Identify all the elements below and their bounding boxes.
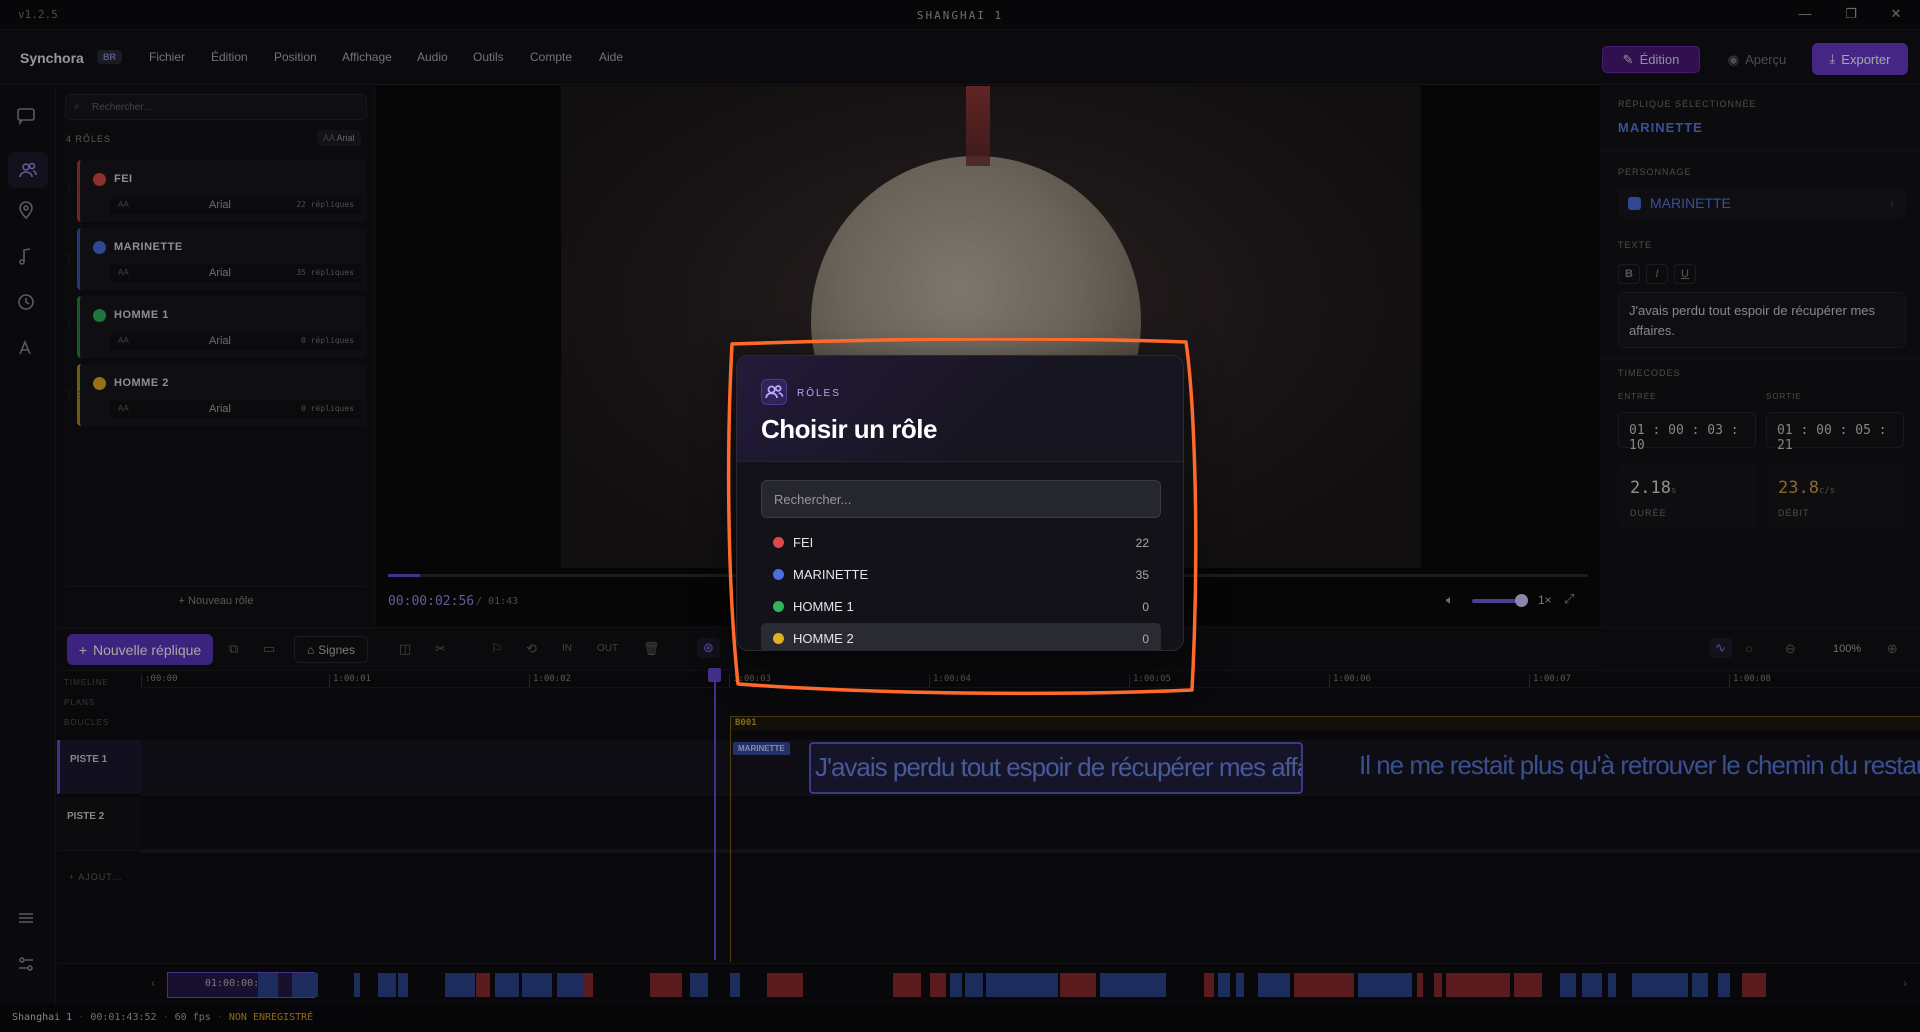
annotation-highlight <box>726 338 1198 696</box>
